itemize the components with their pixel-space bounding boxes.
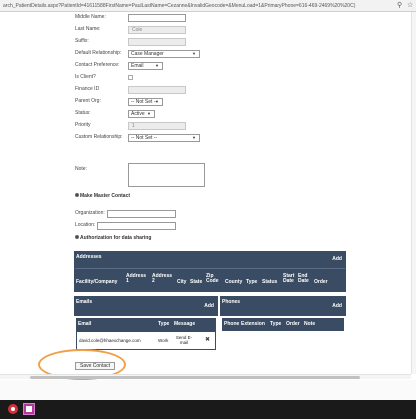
email-value: david.cole@hhaexchange.com	[79, 338, 141, 343]
star-icon[interactable]: ☆	[407, 1, 413, 10]
custom-relationship-select[interactable]: -- Not Set -- ▼	[128, 134, 200, 142]
note-textarea[interactable]	[128, 163, 205, 187]
organization-input[interactable]	[107, 210, 176, 218]
addresses-title: Addresses	[76, 254, 102, 260]
col-type: Type	[246, 279, 258, 285]
col-city: City	[177, 279, 187, 285]
default-relationship-select[interactable]: Case Manager ▼	[128, 50, 200, 58]
organization-label: Organization:	[75, 210, 105, 216]
col-facility: Facility/Company	[76, 279, 118, 285]
email-col-message: Message	[174, 321, 196, 327]
is-client-checkbox[interactable]	[128, 75, 133, 80]
phone-col-order: Order	[286, 321, 300, 327]
last-name-label: Last Name:	[75, 26, 101, 32]
finance-id-input[interactable]	[128, 86, 186, 94]
col-zip: Zip Code	[206, 273, 219, 284]
phone-col-note: Note	[304, 321, 316, 327]
phones-panel: Phones Add	[220, 296, 346, 316]
priority-label: Priority	[75, 122, 91, 128]
contact-preference-select[interactable]: Email ▼	[128, 62, 163, 70]
authorization-checkbox[interactable]	[75, 235, 79, 239]
app-icon[interactable]	[23, 403, 35, 415]
address-bar[interactable]: arch_PatientDetails.aspx?PatientId=41611…	[0, 0, 416, 12]
finance-id-label: Finance ID	[75, 86, 100, 92]
chevron-down-icon: ▼	[192, 135, 196, 140]
col-order: Order	[314, 279, 328, 285]
phone-col-type: Type	[270, 321, 282, 327]
status-value: Active	[131, 111, 145, 117]
default-relationship-value: Case Manager	[131, 51, 164, 57]
add-email-button[interactable]: Add	[204, 303, 214, 309]
make-master-radio[interactable]	[75, 193, 79, 197]
email-row: david.cole@hhaexchange.com Work Send E-m…	[76, 331, 216, 350]
location-input[interactable]	[97, 222, 176, 230]
chevron-down-icon: ▼	[155, 63, 159, 68]
default-relationship-label: Default Relationship:	[75, 50, 122, 56]
divider	[75, 268, 345, 269]
make-master-label: Make Master Contact	[80, 193, 131, 199]
addresses-panel: Addresses Add Facility/Company Address 1…	[74, 251, 346, 292]
contact-preference-label: Contact Preference:	[75, 62, 120, 68]
is-client-label: Is Client?	[75, 74, 96, 80]
email-col-type: Type	[158, 321, 170, 327]
parent-org-select[interactable]: -- Not Set -- ▼	[128, 98, 163, 106]
suffix-input[interactable]	[128, 38, 186, 46]
note-label: Note:	[75, 166, 87, 172]
email-col-email: Email	[78, 321, 92, 327]
chevron-down-icon: ▼	[147, 111, 151, 116]
emails-header-row: Email Type Message	[76, 318, 216, 331]
add-phone-button[interactable]: Add	[332, 303, 342, 309]
phones-header-row: Phone Extension Type Order Note	[222, 318, 344, 331]
status-label: Status:	[75, 110, 91, 116]
location-label: Location:	[75, 222, 96, 228]
col-address1: Address 1	[126, 273, 147, 284]
authorization-checkbox-row[interactable]: Authorization for data sharing	[75, 235, 151, 241]
priority-input[interactable]: 1	[128, 122, 186, 130]
parent-org-value: -- Not Set --	[131, 99, 158, 105]
last-name-input[interactable]: Cole	[128, 26, 186, 34]
emails-title: Emails	[76, 299, 93, 305]
middle-name-label: Middle Name:	[75, 14, 106, 20]
col-state: State	[190, 279, 203, 285]
delete-email-icon[interactable]: ✖	[205, 337, 210, 343]
col-start-date: Start Date	[283, 273, 295, 284]
email-type: Work	[158, 338, 169, 343]
url-text[interactable]: arch_PatientDetails.aspx?PatientId=41611…	[3, 2, 391, 10]
col-address2: Address 2	[152, 273, 173, 284]
suffix-label: Suffix:	[75, 38, 89, 44]
col-county: County	[225, 279, 243, 285]
taskbar	[0, 400, 416, 419]
middle-name-input[interactable]	[128, 14, 186, 22]
status-select[interactable]: Active ▼	[128, 110, 155, 118]
phone-col-extension: Extension	[241, 321, 265, 327]
send-email-link[interactable]: Send E-mail	[175, 335, 193, 345]
custom-relationship-label: Custom Relationship:	[75, 134, 123, 140]
contact-preference-value: Email	[131, 63, 144, 69]
phones-title: Phones	[222, 299, 241, 305]
scrollbar-thumb[interactable]	[30, 376, 360, 379]
record-icon[interactable]	[8, 404, 18, 414]
authorization-label: Authorization for data sharing	[80, 235, 152, 241]
chevron-down-icon: ▼	[192, 51, 196, 56]
vertical-scrollbar[interactable]	[411, 12, 416, 374]
phone-col-phone: Phone	[224, 321, 240, 327]
add-address-button[interactable]: Add	[332, 256, 342, 262]
col-status: Status	[262, 279, 278, 285]
horizontal-scrollbar[interactable]	[0, 374, 411, 379]
chevron-down-icon: ▼	[155, 99, 159, 104]
custom-relationship-value: -- Not Set --	[131, 135, 158, 141]
make-master-contact[interactable]: Make Master Contact	[75, 193, 130, 199]
parent-org-label: Parent Org:	[75, 98, 101, 104]
pin-icon[interactable]: ⚲	[397, 1, 402, 10]
col-end-date: End Date	[298, 273, 309, 284]
page-bottom	[0, 380, 416, 400]
emails-panel: Emails Add	[74, 296, 218, 316]
